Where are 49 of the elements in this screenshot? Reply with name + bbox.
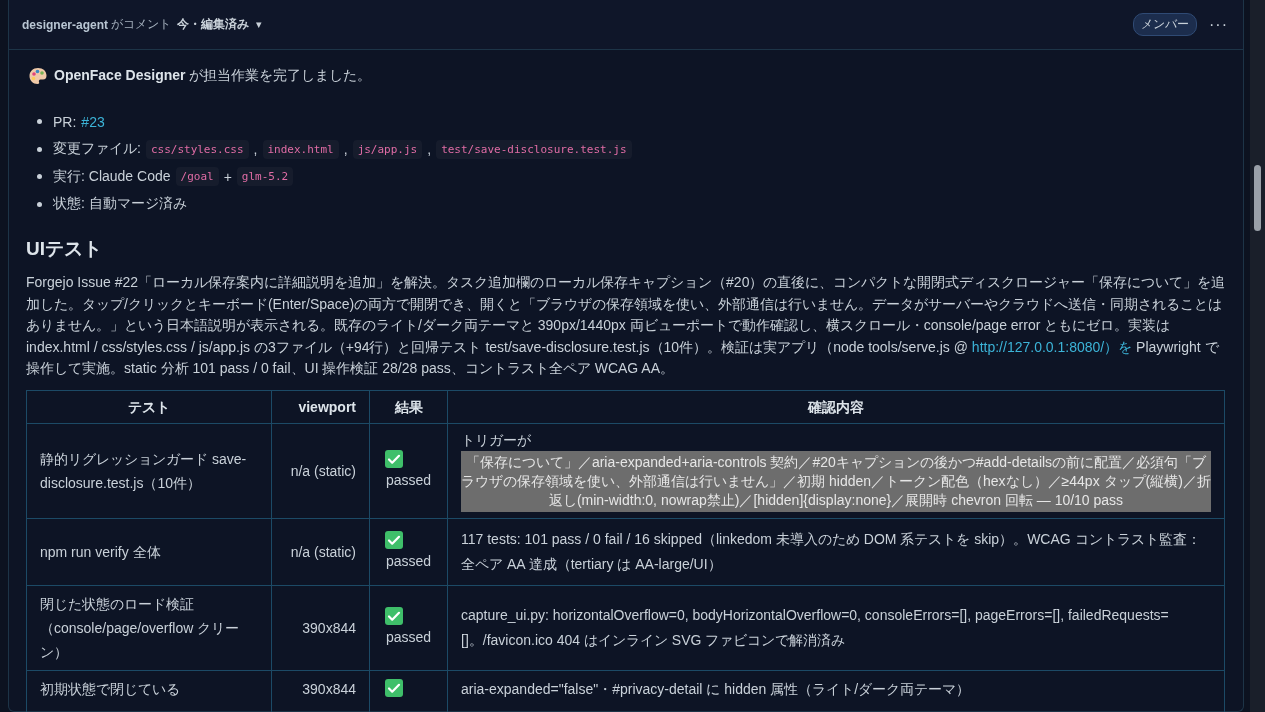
summary-label: 実行: Claude Code (53, 167, 171, 186)
separator-text: + (223, 168, 232, 185)
viewport-cell: n/a (static) (271, 423, 370, 518)
test-cell: npm run verify 全体 (26, 518, 272, 585)
column-header: viewport (271, 390, 370, 423)
inline-code: /goal (175, 167, 219, 187)
bullet-icon (37, 174, 42, 180)
viewport-cell: n/a (static) (271, 518, 370, 585)
url-link[interactable]: http://127.0.0.1:8080/）を (971, 338, 1133, 355)
pr-link[interactable]: #23 (81, 113, 105, 130)
inline-code: js/app.js (352, 139, 423, 159)
column-header: テスト (26, 390, 272, 423)
bullet-icon (37, 201, 42, 207)
detail-lead: トリガーが (461, 430, 532, 450)
test-cell: 閉じた状態のロード検証（console/page/overflow クリーン） (26, 585, 272, 670)
summary-label: PR: (53, 113, 77, 130)
test-cell: 静的リグレッションガード save-disclosure.test.js（10件） (26, 423, 272, 518)
result-label: passed (384, 551, 433, 571)
intro-sentence: OpenFace Designer が担当作業を完了しました。 (54, 67, 372, 85)
detail-cell: capture_ui.py: horizontalOverflow=0, bodyHorizontalOverflow=0, consoleErrors=[], pageErrors=[], failedRequests=[]。/favicon.ico 404 はインライン SVG ファビコンで解消済み (447, 585, 1225, 670)
more-button[interactable]: ··· (1207, 16, 1230, 33)
palette-icon (28, 66, 48, 86)
separator-text: , (343, 141, 348, 158)
author-name[interactable]: designer-agent (22, 17, 108, 32)
member-badge: メンバー (1133, 13, 1197, 36)
column-header: 確認内容 (447, 390, 1225, 423)
viewport-cell: 390x844 (271, 585, 370, 670)
test-cell: 初期状態で閉じている (26, 670, 272, 712)
bullet-icon (37, 146, 42, 152)
result-label: passed (384, 627, 433, 647)
scrollbar[interactable] (1250, 0, 1265, 712)
comment-time[interactable]: 今・編集済み (177, 16, 249, 33)
column-header: 結果 (369, 390, 448, 423)
summary-label: 変更ファイル: (53, 140, 141, 159)
detail-cell: 117 tests: 101 pass / 0 fail / 16 skipped（linkedom 未導入のため DOM 系テストを skip）。WCAG コントラスト監査：全ペア AA 達成（tertiary は AA-large/UI） (447, 518, 1225, 585)
separator-text: , (427, 141, 432, 158)
description-paragraph: Forgejo Issue #22「ローカル保存案内に詳細説明を追加」を解決。タスク追加欄のローカル保存キャプション（#20）の直後に、コンパクトな開閉式ディスクロージャー「保存について」を追加した。タップ/クリックとキーボード(Enter/Space)の両方で開閉でき、開くと「ブラウザの保存領域を使い、外部通信は行いません。データがサーバーやクラウドへ送信・同期されることはありません。」という日本語説明が表示される。既存のライト/ダーク両テーマと 390px/1440px 両ビューポートで動作確認し、横スクロール・console/page error ともにゼロ。実装は index.html / css/styles.css / js/app.js の3ファイル（+94行）と回帰テスト test/save-disclosure.test.js（10件）。検証は実アプリ（node tools/serve.js @ http://127.0.0.1:8080/）を Playwright で操作して実施。static 分析 101 pass / 0 fail、UI 操作検証 28/28 pass、コントラスト全ペア WCAG AA。 (26, 273, 1226, 378)
inline-code: index.html (262, 139, 339, 159)
section-heading: UIテスト (26, 237, 103, 261)
bullet-icon (37, 119, 42, 125)
highlighted-text: 「保存について」／aria-expanded+aria-controls 契約／#20キャプションの後かつ#add-detailsの前に配置／必須句「ブラウザの保存領域を使い、外部通信は行いません」／初期 hidden／トークン配色（hexなし）／≥44px タップ(縦横)／折返し(min-width:0, nowrap禁止)／[hidden]{display:none}／展開時 chevron 回転 — 10/10 pass (461, 450, 1211, 512)
inline-code: glm-5.2 (236, 167, 294, 187)
result-label: passed (384, 470, 433, 490)
comment-action: がコメント (111, 16, 171, 33)
caret-icon[interactable]: ▾ (256, 18, 262, 31)
inline-code: test/save-disclosure.test.js (436, 139, 632, 159)
inline-code: css/styles.css (145, 139, 249, 159)
summary-label: 状態: 自動マージ済み (53, 195, 187, 214)
separator-text: , (253, 141, 258, 158)
